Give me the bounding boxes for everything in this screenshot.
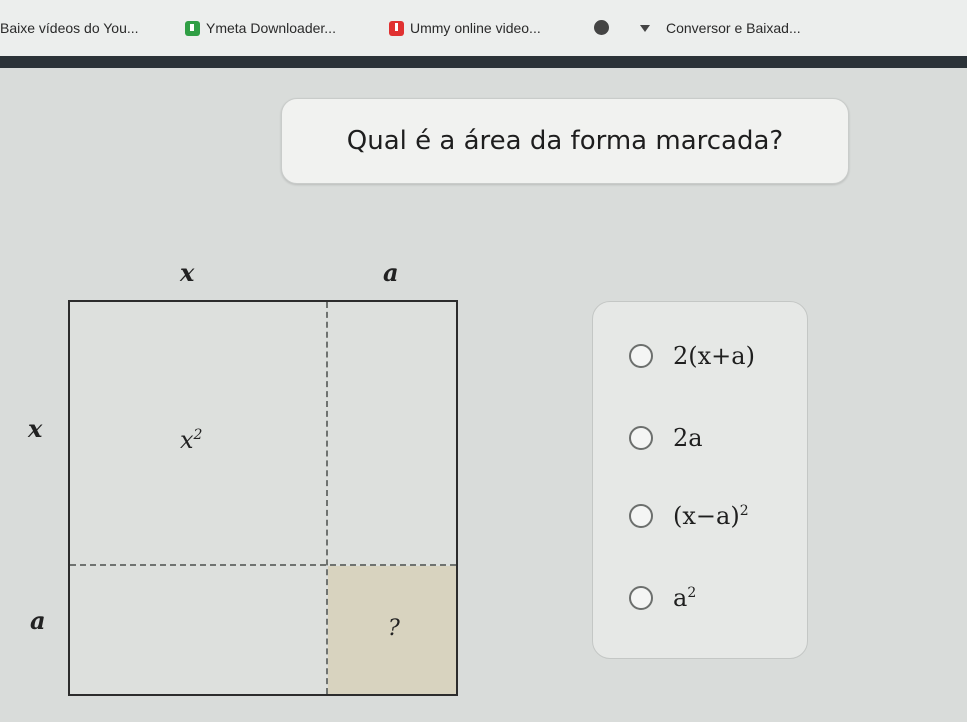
page-content: Qual é a área da forma marcada? x a x a … [0, 68, 967, 722]
radio-button[interactable] [629, 344, 653, 368]
option-3[interactable]: (x−a)2 [629, 502, 749, 530]
radio-button[interactable] [629, 504, 653, 528]
globe-icon [594, 20, 609, 35]
bookmark-baixe-videos[interactable]: Baixe vídeos do You... [0, 20, 139, 36]
bookmark-ummy[interactable]: Ummy online video... [389, 20, 541, 36]
option-1[interactable]: 2(x+a) [629, 342, 755, 370]
question-title: Qual é a área da forma marcada? [281, 98, 849, 184]
bookmark-globe[interactable] [594, 20, 609, 35]
option-2[interactable]: 2a [629, 424, 703, 452]
unknown-area-label: ? [388, 616, 400, 641]
bookmark-ymeta[interactable]: Ymeta Downloader... [185, 20, 336, 36]
radio-button[interactable] [629, 586, 653, 610]
dropdown-triangle-icon [640, 24, 650, 32]
x2-base: x [180, 426, 194, 454]
bookmark-label: Ummy online video... [410, 20, 541, 36]
bookmarks-bar: Baixe vídeos do You... Ymeta Downloader.… [0, 0, 967, 56]
left-label-x: x [28, 414, 43, 443]
option-exp: 2 [739, 503, 749, 519]
x2-exp: 2 [193, 427, 203, 443]
option-4[interactable]: a2 [629, 584, 696, 612]
toolbar-divider [0, 56, 967, 68]
option-base: (x−a) [673, 502, 740, 530]
top-label-x: x [180, 258, 195, 287]
horizontal-dashed-line [70, 564, 456, 566]
radio-button[interactable] [629, 426, 653, 450]
bookmark-conversor[interactable]: Conversor e Baixad... [640, 20, 801, 36]
top-label-a: a [383, 258, 399, 287]
option-text: 2a [673, 424, 703, 452]
bookmark-label: Conversor e Baixad... [666, 20, 801, 36]
bookmark-label: Ymeta Downloader... [206, 20, 336, 36]
option-text: 2(x+a) [673, 342, 755, 370]
answer-options: 2(x+a) 2a (x−a)2 a2 [592, 301, 808, 659]
bookmark-label: Baixe vídeos do You... [0, 20, 139, 36]
red-download-icon [389, 20, 404, 36]
x-squared-label: x2 [180, 426, 202, 454]
big-square: x2 ? [68, 300, 458, 696]
option-exp: 2 [687, 585, 697, 601]
option-base: a [673, 584, 688, 612]
left-label-a: a [30, 606, 46, 635]
option-text: (x−a)2 [673, 502, 749, 530]
area-diagram: x a x a x2 ? [0, 248, 520, 722]
vertical-dashed-line [326, 302, 328, 694]
option-text: a2 [673, 584, 696, 612]
green-download-icon [185, 20, 200, 36]
